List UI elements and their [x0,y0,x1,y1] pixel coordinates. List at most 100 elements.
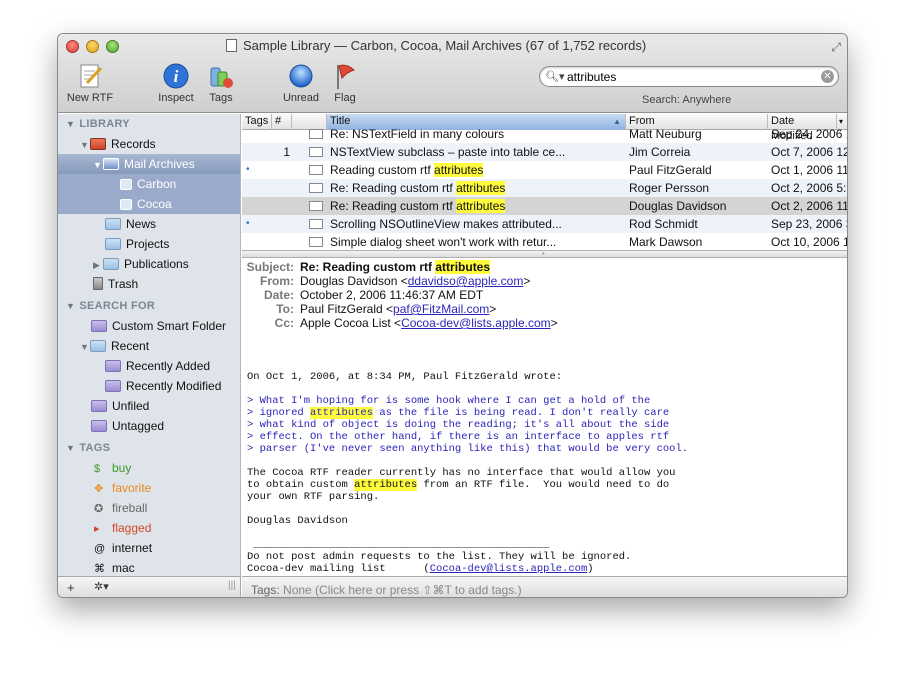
sidebar-item-recently-modified[interactable]: Recently Modified [58,376,240,396]
sidebar-item-trash[interactable]: Trash [58,274,240,294]
sidebar-tag-buy[interactable]: $ buy [58,458,240,478]
smart-folder-icon [91,420,107,432]
to-name: Paul FitzGerald < [300,302,394,316]
fullscreen-icon[interactable]: ⤢ [831,40,841,55]
tag-bar[interactable]: Tags: None (Click here or press ⇧⌘T to a… [242,576,847,597]
zoom-window-button[interactable] [106,40,119,53]
favorite-icon: ✥ [94,483,104,495]
search-icon[interactable]: 🔍︎▾ [545,70,565,83]
tag-label: fireball [112,501,148,515]
split-divider[interactable]: • [242,249,847,258]
svg-text:i: i [174,67,179,86]
inspect-label: Inspect [158,92,194,104]
dollar-icon: $ [94,463,101,475]
table-row[interactable]: 1 NSTextView subclass – paste into table … [242,143,847,161]
row-from: Jim Correia [629,145,691,159]
disclosure-triangle-icon[interactable]: ▼ [66,438,76,458]
search-highlight: attributes [310,407,374,419]
disclosure-triangle-icon[interactable]: ▼ [66,296,76,316]
sidebar-item-custom-smart-folder[interactable]: Custom Smart Folder [58,316,240,336]
disclosure-triangle-icon[interactable]: ▼ [66,114,76,134]
sidebar-item-label: Recently Added [126,359,211,373]
sidebar-item-carbon[interactable]: Carbon [58,174,240,194]
row-title: Scrolling NSOutlineView makes attributed… [330,215,624,233]
table-row[interactable]: Re: NSTextField in many colours Matt Neub… [242,125,847,143]
body-text: from an RTF file. You would need to do [417,479,670,491]
library-header[interactable]: ▼ LIBRARY [58,114,240,134]
table-row[interactable]: • Scrolling NSOutlineView makes attribute… [242,215,847,233]
cc-name: Apple Cocoa List < [300,316,402,330]
sidebar-item-recent[interactable]: ▼ Recent [58,336,240,357]
clear-search-icon[interactable]: ✕ [821,70,834,83]
quote-line: > effect. On the other hand, if there is… [247,431,670,443]
resize-handle-icon[interactable]: ||| [228,580,236,591]
info-icon: i [162,62,190,90]
table-row[interactable]: • Reading custom rtf attributes Paul FitzG… [242,161,847,179]
tags-button[interactable]: Tags [203,62,239,104]
sidebar-item-label: News [126,217,157,231]
sidebar-tag-flagged[interactable]: ▸ flagged [58,518,240,538]
search-for-header[interactable]: ▼ SEARCH FOR [58,296,240,316]
sidebar-item-label: Unfiled [112,399,150,413]
sidebar-item-records[interactable]: ▼ Records [58,134,240,155]
email-icon [309,197,327,215]
row-title-text: NSTextView subclass – paste into table c… [330,145,566,159]
row-title: Re: Reading custom rtf attributes [330,179,624,197]
search-highlight: attributes [434,163,484,177]
search-input[interactable] [567,69,807,84]
sidebar-item-projects[interactable]: Projects [58,234,240,254]
search-highlight: attributes [435,260,491,274]
sidebar-tag-favorite[interactable]: ✥ favorite [58,478,240,498]
unread-button[interactable]: Unread [280,62,322,104]
sidebar-item-unfiled[interactable]: Unfiled [58,396,240,416]
minimize-window-button[interactable] [86,40,99,53]
disclosure-triangle-icon[interactable]: ▼ [80,135,90,155]
tags-header[interactable]: ▼ TAGS [58,438,240,458]
sidebar-item-recently-added[interactable]: Recently Added [58,356,240,376]
search-scope[interactable]: Search: Anywhere [642,94,731,106]
sidebar-item-untagged[interactable]: Untagged [58,416,240,436]
sidebar-item-cocoa[interactable]: Cocoa [58,194,240,214]
sidebar-item-label: Carbon [137,177,177,191]
new-rtf-label: New RTF [66,92,114,104]
new-rtf-button[interactable]: New RTF [66,62,114,104]
search-field[interactable]: 🔍︎▾ ✕ [539,66,839,87]
quote-text: as the file is being read. I don't reall… [373,407,670,419]
main-window: Sample Library — Carbon, Cocoa, Mail Arc… [57,33,848,598]
split-handle-icon[interactable]: • [542,249,545,258]
mailbox-icon [120,179,132,190]
disclosure-triangle-icon[interactable]: ▼ [80,337,90,357]
footer-list-link[interactable]: Cocoa-dev@lists.apple.com [430,563,588,575]
folder-icon [103,258,119,270]
disclosure-triangle-icon[interactable]: ▼ [93,155,103,175]
sidebar-tag-internet[interactable]: @ internet [58,538,240,558]
sidebar-tag-mac[interactable]: ⌘ mac [58,558,240,576]
tag-bar-hint[interactable]: None (Click here or press ⇧⌘T to add tag… [283,583,522,597]
records-icon [90,138,106,150]
disclosure-triangle-icon[interactable]: ▶ [93,255,103,275]
inspect-button[interactable]: i Inspect [153,62,199,104]
folder-icon [90,340,106,352]
row-title: Simple dialog sheet won't work with retu… [330,233,624,250]
mailbox-icon [120,199,132,210]
cc-email-link[interactable]: Cocoa-dev@lists.apple.com [401,316,551,330]
sidebar-tag-fireball[interactable]: ✪ fireball [58,498,240,518]
to-email-link[interactable]: paf@FitzMail.com [393,302,489,316]
flag-button[interactable]: Flag [329,62,361,104]
cc-close: > [550,316,558,330]
add-icon[interactable]: + [67,580,75,595]
sidebar-item-publications[interactable]: ▶ Publications [58,254,240,275]
row-date: Oct 7, 2006 12:56 PM [771,145,847,159]
table-row[interactable]: Re: Reading custom rtf attributes Douglas… [242,197,847,215]
table-row[interactable]: Simple dialog sheet won't work with retu… [242,233,847,250]
footer-text: ) [587,563,594,575]
sidebar-item-mail-archives[interactable]: ▼ Mail Archives [58,154,240,175]
body-text: to obtain custom [247,479,355,491]
from-email-link[interactable]: ddavidso@apple.com [408,274,524,288]
new-rtf-icon [76,62,104,90]
gear-icon[interactable]: ✲▾ [94,580,109,593]
sidebar-item-news[interactable]: News [58,214,240,234]
row-date: Sep 23, 2006 3:15 PM [771,217,847,231]
close-window-button[interactable] [66,40,79,53]
table-row[interactable]: Re: Reading custom rtf attributes Roger P… [242,179,847,197]
